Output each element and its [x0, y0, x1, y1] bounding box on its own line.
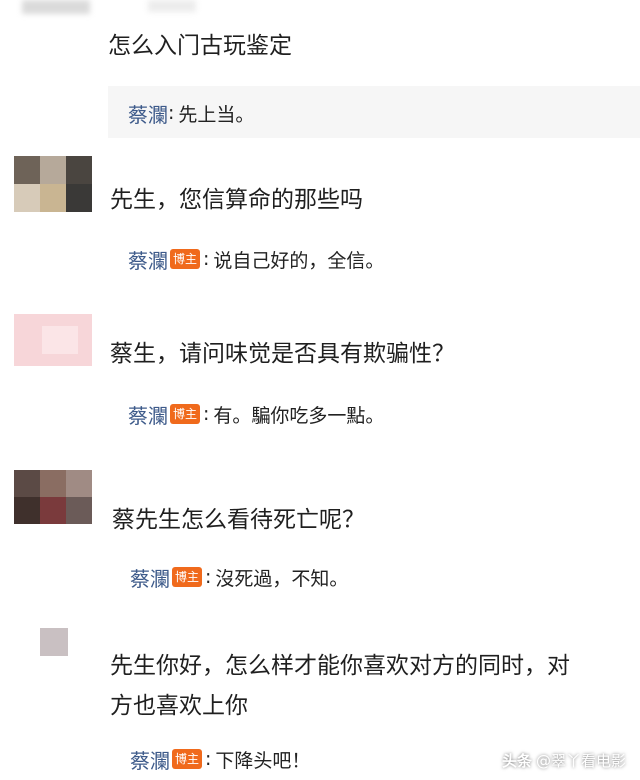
avatar[interactable]: [14, 156, 92, 212]
reply-username[interactable]: 蔡瀾: [128, 400, 168, 429]
reply-username[interactable]: 蔡瀾: [130, 563, 170, 592]
reply-username[interactable]: 蔡瀾: [130, 745, 170, 774]
author-badge: 博主: [172, 749, 203, 769]
reply-text: 下降头吧！: [215, 749, 311, 772]
avatar[interactable]: [14, 314, 92, 366]
reply-colon: :: [203, 248, 210, 270]
author-badge: 博主: [170, 249, 201, 269]
watermark-text: @翠丫看电影: [535, 752, 626, 770]
reply-colon: :: [205, 748, 212, 770]
comment-text: 先生，您信算命的那些吗: [110, 187, 363, 213]
author-badge: 博主: [170, 404, 201, 424]
reply-text: 先上当。: [178, 103, 255, 126]
reply-row: 蔡瀾 博主 : 下降头吧！: [130, 738, 310, 780]
reply-text: 说自己好的，全信。: [213, 249, 385, 272]
comment-text-line-2: 方也喜欢上你: [110, 693, 248, 719]
reply-text: 沒死過，不知。: [215, 567, 349, 590]
avatar[interactable]: [14, 470, 92, 524]
reply-username[interactable]: 蔡瀾: [128, 99, 168, 128]
reply-row: 蔡瀾 博主 : 说自己好的，全信。: [128, 238, 384, 280]
reply-row: 蔡瀾 博主 : 有。騙你吃多一點。: [128, 393, 384, 435]
reply-username[interactable]: 蔡瀾: [128, 245, 168, 274]
author-badge: 博主: [172, 567, 203, 587]
watermark: 头条 @翠丫看电影: [502, 750, 626, 771]
comment-text: 怎么入门古玩鉴定: [108, 33, 292, 59]
top-avatar-fragment: [22, 0, 90, 14]
reply-row: 蔡瀾 : 先上当。: [128, 92, 254, 134]
reply-colon: :: [203, 403, 210, 425]
reply-text: 有。騙你吃多一點。: [213, 404, 385, 427]
avatar[interactable]: [40, 628, 68, 656]
comment-text: 蔡生，请问味觉是否具有欺骗性？: [110, 341, 455, 367]
reply-row: 蔡瀾 博主 : 沒死過，不知。: [130, 556, 348, 598]
comment-text: 蔡先生怎么看待死亡呢？: [112, 507, 365, 533]
top-username-fragment: [148, 0, 196, 12]
watermark-logo: 头条: [501, 752, 532, 770]
reply-colon: :: [168, 102, 175, 124]
comment-text-line-1: 先生你好，怎么样才能你喜欢对方的同时，对: [110, 653, 570, 679]
reply-colon: :: [205, 566, 212, 588]
